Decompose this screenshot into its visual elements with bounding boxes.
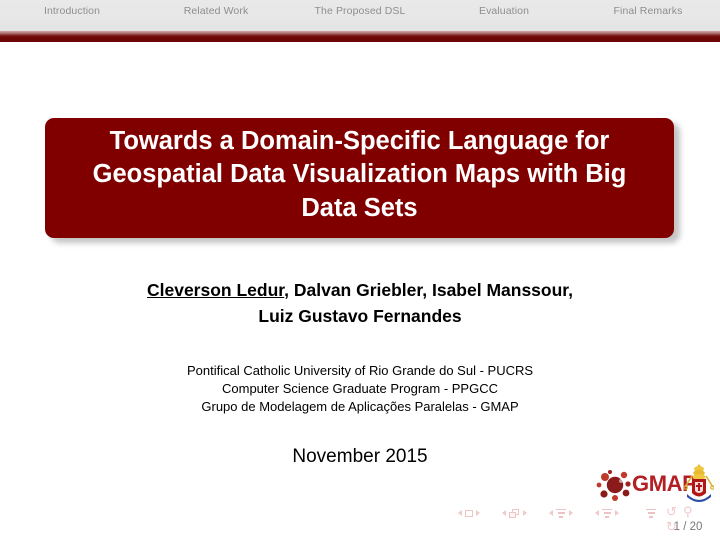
gmap-logo: GMAP [596,463,714,508]
lines-icon[interactable] [602,508,612,518]
page-title: Towards a Domain-Specific Language for G… [92,127,627,222]
pucrs-crest-icon [684,464,714,502]
section-navigation[interactable] [595,506,619,520]
nav-item-final-remarks[interactable]: Final Remarks [576,5,720,17]
next-section-icon[interactable] [615,510,619,516]
lines-icon[interactable] [646,508,656,518]
section-navigation-bar: Introduction Related Work The Proposed D… [0,0,720,22]
authors-line-2: Luiz Gustavo Fernandes [258,305,462,326]
nav-item-evaluation[interactable]: Evaluation [432,5,576,17]
slide-navigation[interactable] [458,506,480,520]
lines-icon[interactable] [556,508,566,518]
square-icon[interactable] [465,509,473,517]
nav-item-the-proposed-dsl[interactable]: The Proposed DSL [288,5,432,17]
previous-frame-icon[interactable] [502,510,506,516]
next-subsection-icon[interactable] [569,510,573,516]
authors-line-1: Cleverson Ledur, Dalvan Griebler, Isabel… [0,278,720,304]
nav-item-introduction[interactable]: Introduction [0,5,144,17]
page-number: 1 / 20 [673,521,703,533]
title-box: Towards a Domain-Specific Language for G… [45,118,674,238]
next-frame-icon[interactable] [523,510,527,516]
affiliation-program: Computer Science Graduate Program - PPGC… [222,381,498,397]
beamer-navigation-symbols: ↺ ⚲ ↻ [458,505,706,535]
stacked-squares-icon[interactable] [509,508,520,518]
affiliation-block: Pontifical Catholic University of Rio Gr… [0,362,720,417]
previous-section-icon[interactable] [595,510,599,516]
header-bar: Introduction Related Work The Proposed D… [0,0,720,32]
header-accent-bar [0,31,720,42]
presenting-author: Cleverson Ledur [146,280,285,300]
previous-subsection-icon[interactable] [549,510,553,516]
affiliation-university: Pontifical Catholic University of Rio Gr… [186,363,534,378]
coauthors-line-1: , Dalvan Griebler, Isabel Manssour, [284,280,573,300]
affiliation-group: Grupo de Modelagem de Aplicações Paralel… [201,399,519,415]
authors-block: Cleverson Ledur, Dalvan Griebler, Isabel… [0,278,720,329]
subsection-navigation[interactable] [549,506,573,520]
next-slide-icon[interactable] [476,510,480,516]
frame-navigation[interactable] [502,506,527,520]
presentation-navigation[interactable] [646,506,656,520]
gmap-cluster-icon [596,470,631,501]
nav-item-related-work[interactable]: Related Work [144,5,288,17]
previous-slide-icon[interactable] [458,510,462,516]
